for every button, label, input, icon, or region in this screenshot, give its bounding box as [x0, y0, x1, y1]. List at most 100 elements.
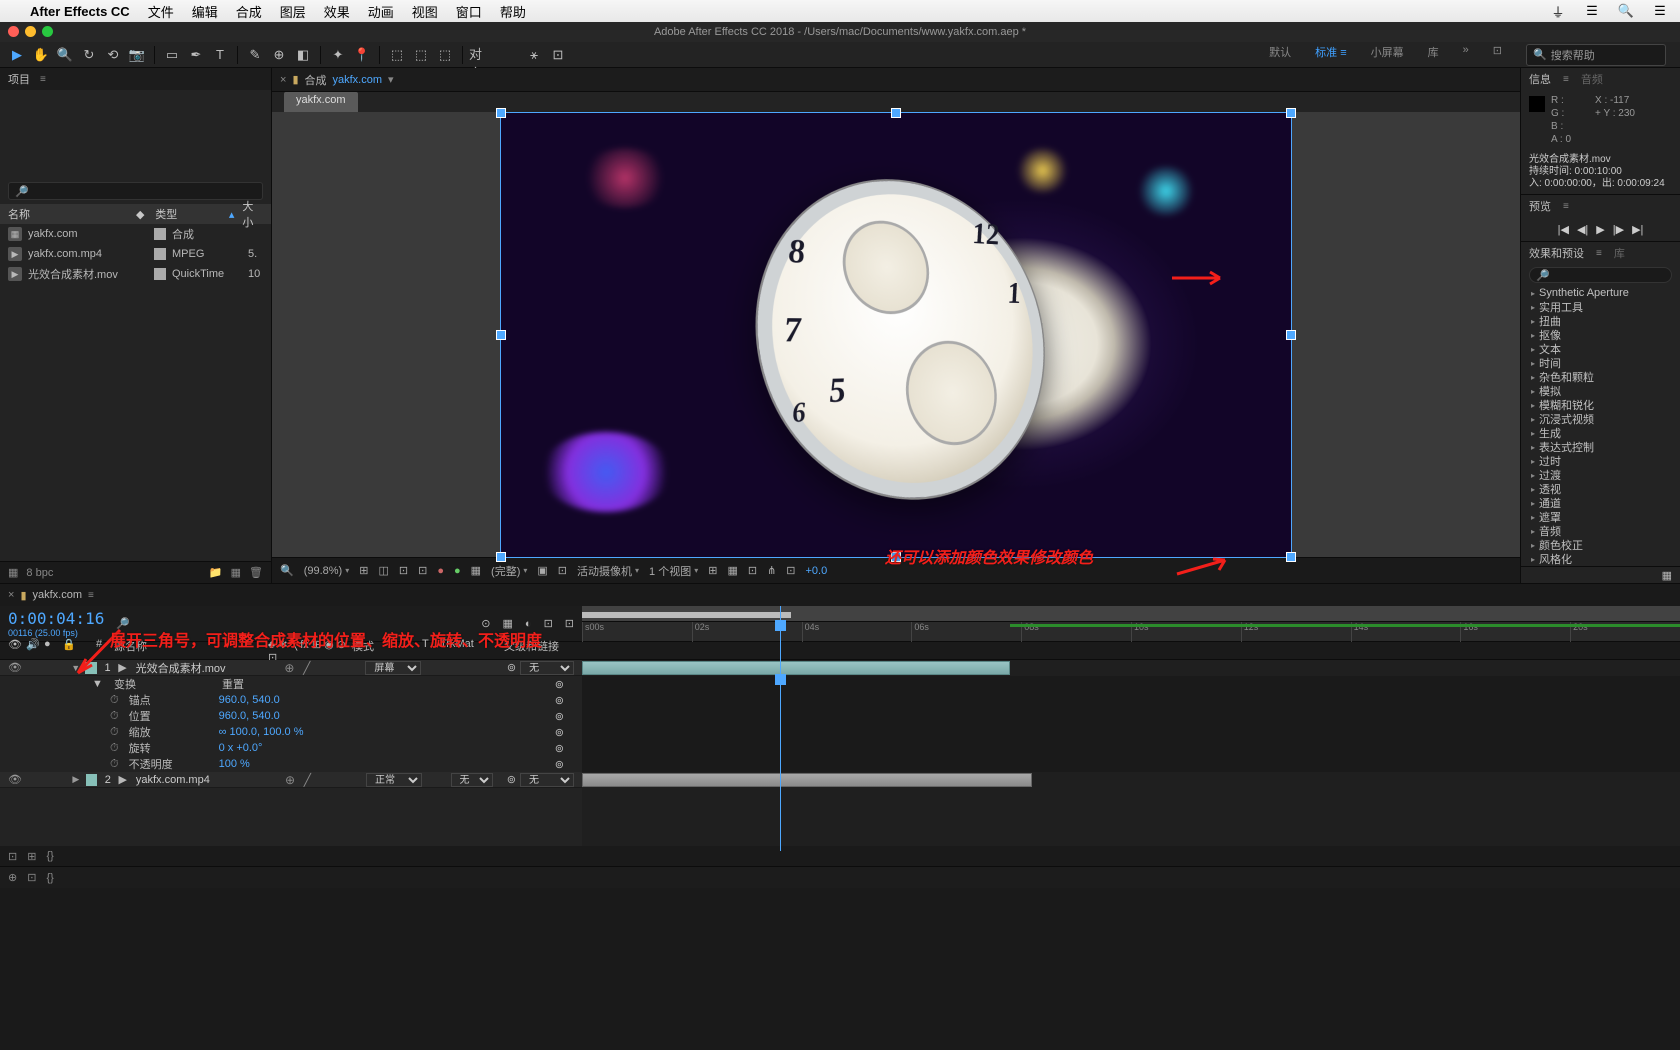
camera-dropdown[interactable]: 活动摄像机 [577, 563, 639, 579]
help-search[interactable]: 🔍 搜索帮助 [1526, 44, 1666, 66]
bpc-toggle[interactable]: 8 bpc [26, 567, 53, 579]
trkmat-dropdown[interactable]: 无 [451, 773, 494, 787]
scale-prop[interactable]: ⏱缩放∞ 100.0, 100.0 %⊚ [0, 724, 582, 740]
lib-tab[interactable]: 库 [1614, 245, 1625, 261]
effect-category[interactable]: 通道 [1521, 496, 1680, 510]
parent-dropdown[interactable]: 无 [520, 661, 574, 675]
menu-layer[interactable]: 图层 [280, 2, 306, 21]
misc-tool[interactable]: ⚹ [523, 44, 545, 66]
input-icon[interactable]: ☰ [1584, 3, 1600, 19]
menu-animation[interactable]: 动画 [368, 2, 394, 21]
handle-rc[interactable] [1287, 331, 1295, 339]
blend-mode-dropdown[interactable]: 屏幕 [365, 661, 421, 675]
pen-tool[interactable]: ✒ [185, 44, 207, 66]
work-area-bar[interactable] [582, 612, 791, 618]
stopwatch-icon[interactable]: ⏱ [110, 694, 119, 707]
workspace-standard[interactable]: 标准 ≡ [1315, 44, 1346, 66]
zoom-tool[interactable]: 🔍 [54, 44, 76, 66]
exposure[interactable]: +0.0 [806, 565, 828, 577]
menu-icon[interactable]: ☰ [1652, 3, 1668, 19]
handle-tr[interactable] [1287, 109, 1295, 117]
project-tab[interactable]: 项目 [8, 71, 30, 87]
toggle-switches-icon[interactable]: ⊡ [8, 850, 17, 863]
position-prop[interactable]: ⏱位置960.0, 540.0⊚ [0, 708, 582, 724]
handle-tc[interactable] [892, 109, 900, 117]
effects-tab[interactable]: 效果和预设 [1529, 245, 1584, 261]
menu-effect[interactable]: 效果 [324, 2, 350, 21]
rotate-tool[interactable]: ⟲ [102, 44, 124, 66]
effect-category[interactable]: 生成 [1521, 426, 1680, 440]
view-opt2[interactable]: ▦ [727, 564, 737, 577]
layer-row[interactable]: 👁 ▶ 2 ▶ yakfx.com.mp4 ⊕ ╱ 正常 无 ⊚ 无 [0, 772, 582, 788]
effect-category[interactable]: 抠像 [1521, 328, 1680, 342]
effect-category[interactable]: 文本 [1521, 342, 1680, 356]
timeline-ruler[interactable]: s00s02s04s06s08s10s12s14s16s20s [582, 606, 1680, 641]
toggle-icon3[interactable]: {} [46, 850, 53, 862]
fx-icon[interactable]: ╱ [301, 773, 314, 787]
view-axis[interactable]: ⬚ [434, 44, 456, 66]
handle-bl[interactable] [497, 553, 505, 561]
next-frame-icon[interactable]: |▶ [1613, 223, 1624, 236]
tl-opt4[interactable]: ⊡ [544, 617, 553, 630]
timecode-icon[interactable]: ⊡ [558, 564, 567, 577]
region-icon[interactable]: ⊡ [418, 564, 427, 577]
effect-category[interactable]: Synthetic Aperture [1521, 286, 1680, 300]
effect-category[interactable]: 杂色和颗粒 [1521, 370, 1680, 384]
label-swatch[interactable] [86, 774, 97, 786]
effect-category[interactable]: 模拟 [1521, 384, 1680, 398]
grid-icon[interactable]: ⊡ [399, 564, 408, 577]
info-tab[interactable]: 信息 [1529, 71, 1551, 87]
shy-icon[interactable]: ⊕ [283, 773, 296, 787]
view-opt4[interactable]: ⋔ [767, 564, 776, 577]
rect-tool[interactable]: ▭ [161, 44, 183, 66]
twirl-icon[interactable]: ▶ [70, 774, 81, 785]
local-axis[interactable]: ⬚ [386, 44, 408, 66]
menu-help[interactable]: 帮助 [500, 2, 526, 21]
effect-category[interactable]: 透视 [1521, 482, 1680, 496]
opacity-prop[interactable]: ⏱不透明度100 %⊚ [0, 756, 582, 772]
camera-tool[interactable]: 📷 [126, 44, 148, 66]
prev-frame-icon[interactable]: ◀| [1577, 223, 1588, 236]
spotlight-icon[interactable]: 🔍 [1618, 3, 1634, 19]
world-axis[interactable]: ⬚ [410, 44, 432, 66]
stopwatch-icon[interactable]: ⏱ [110, 726, 119, 739]
handle-br[interactable] [1287, 553, 1295, 561]
fx-icon[interactable]: ╱ [300, 661, 313, 675]
trash-icon[interactable]: 🗑 [249, 566, 263, 579]
viewer[interactable]: 12 1 8 7 5 6 [272, 112, 1520, 557]
menu-comp[interactable]: 合成 [236, 2, 262, 21]
zoom-dropdown[interactable]: (99.8%) [304, 565, 350, 577]
col-name[interactable]: 名称 [8, 206, 128, 222]
snap-toggle[interactable]: ☐ 对齐 [469, 44, 491, 66]
panel-menu-icon[interactable]: ≡ [40, 74, 46, 85]
transparency-icon[interactable]: ▦ [471, 564, 481, 577]
last-frame-icon[interactable]: ▶| [1632, 223, 1643, 236]
effect-category[interactable]: 过渡 [1521, 468, 1680, 482]
workspace-small[interactable]: 小屏幕 [1371, 44, 1404, 66]
tl-opt5[interactable]: ⊡ [565, 617, 574, 630]
timeline-tracks[interactable] [582, 660, 1680, 846]
stopwatch-icon[interactable]: ⏱ [110, 758, 119, 771]
project-search-input[interactable] [8, 182, 263, 200]
breadcrumb-comp[interactable]: yakfx.com [333, 74, 383, 86]
blend-mode-dropdown[interactable]: 正常 [366, 773, 422, 787]
play-icon[interactable]: ▶ [1596, 223, 1604, 236]
view-opt5[interactable]: ⊡ [786, 564, 795, 577]
handle-tl[interactable] [497, 109, 505, 117]
layer-bar-1[interactable] [582, 661, 1010, 675]
viewer-image[interactable]: 12 1 8 7 5 6 [501, 113, 1291, 557]
first-frame-icon[interactable]: |◀ [1558, 223, 1569, 236]
wifi-icon[interactable]: ⏚ [1550, 3, 1566, 19]
audio-tab[interactable]: 音频 [1581, 71, 1603, 87]
brush-tool[interactable]: ✎ [244, 44, 266, 66]
new-comp-icon[interactable]: ▦ [231, 566, 241, 579]
effect-category[interactable]: 模糊和锐化 [1521, 398, 1680, 412]
effect-category[interactable]: 实用工具 [1521, 300, 1680, 314]
workspace-default[interactable]: 默认 [1269, 44, 1291, 66]
safe-zones-icon[interactable]: ⊞ [359, 564, 368, 577]
new-folder-icon[interactable]: 📁 [209, 566, 223, 579]
effect-category[interactable]: 过时 [1521, 454, 1680, 468]
timeline-tab[interactable]: yakfx.com [33, 589, 83, 601]
effect-category[interactable]: 沉浸式视频 [1521, 412, 1680, 426]
app-name[interactable]: After Effects CC [30, 4, 130, 19]
